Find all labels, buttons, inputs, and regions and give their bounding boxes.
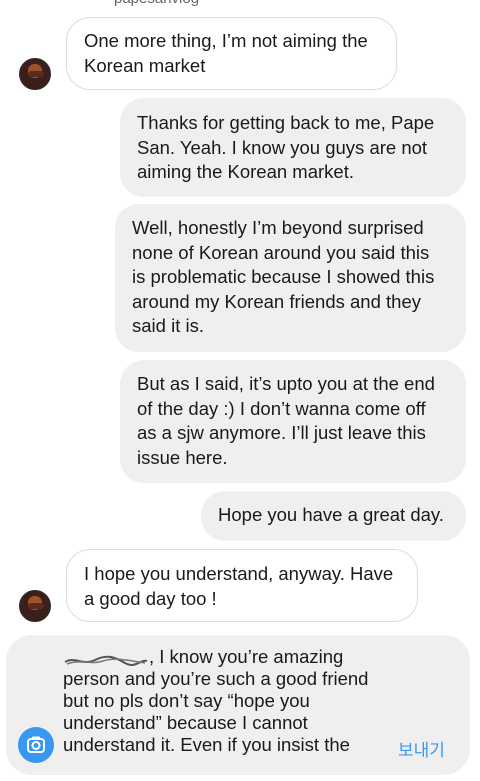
message-line: as a sjw anymore. I’ll just leave this [137,422,426,443]
message-line: is problematic because I showed this [132,266,435,287]
message-line: around my Korean friends and they [132,290,421,312]
draft-line: but no pls don’t say “hope you [63,690,310,711]
redaction-scribble [63,651,149,667]
sender-avatar[interactable] [19,590,51,622]
draft-line: , I know you’re amazing [63,646,383,668]
message-line: Korean market [84,54,206,76]
message-line: Hope you have a great day. [218,504,444,525]
message-input[interactable]: , I know you’re amazing person and you’r… [63,646,383,756]
message-line: One more thing, I’m not aiming the [84,30,368,51]
send-button[interactable]: 보내기 [398,736,445,761]
message-bubble-incoming[interactable]: I hope you understand, anyway. Have a go… [66,549,418,622]
message-line: San. Yeah. I know you guys are not [137,136,428,158]
message-line: of the day :) I don’t wanna come off [137,397,426,419]
draft-text: , I know you’re amazing [149,646,344,667]
message-line: Well, honestly I’m beyond surprised [132,217,424,238]
message-line: aiming the Korean market. [137,161,354,182]
chat-header: papesanvlog [0,0,480,12]
header-username[interactable]: papesanvlog [114,0,199,7]
message-bubble-outgoing[interactable]: Well, honestly I’m beyond surprised none… [115,204,466,352]
message-line: a good day too ! [84,587,217,609]
message-line: none of Korean around you said this [132,241,430,263]
sender-avatar[interactable] [19,58,51,90]
message-line: I hope you understand, anyway. Have [84,563,394,584]
draft-line: understand it. Even if you insist the [63,734,350,755]
message-bubble-incoming[interactable]: One more thing, I’m not aiming the Korea… [66,17,397,90]
message-line: Thanks for getting back to me, Pape [137,112,435,133]
message-line: But as I said, it’s upto you at the end [137,373,435,394]
draft-line: person and you’re such a good friend [63,668,369,689]
message-bubble-outgoing[interactable]: Hope you have a great day. [201,491,466,541]
message-line: issue here. [137,446,228,468]
message-line: said it is. [132,315,204,336]
camera-icon [27,736,45,753]
camera-button[interactable] [18,727,54,763]
message-bubble-outgoing[interactable]: But as I said, it’s upto you at the end … [120,360,466,483]
message-bubble-outgoing[interactable]: Thanks for getting back to me, Pape San.… [120,98,466,197]
draft-line: understand” because I cannot [63,712,308,733]
